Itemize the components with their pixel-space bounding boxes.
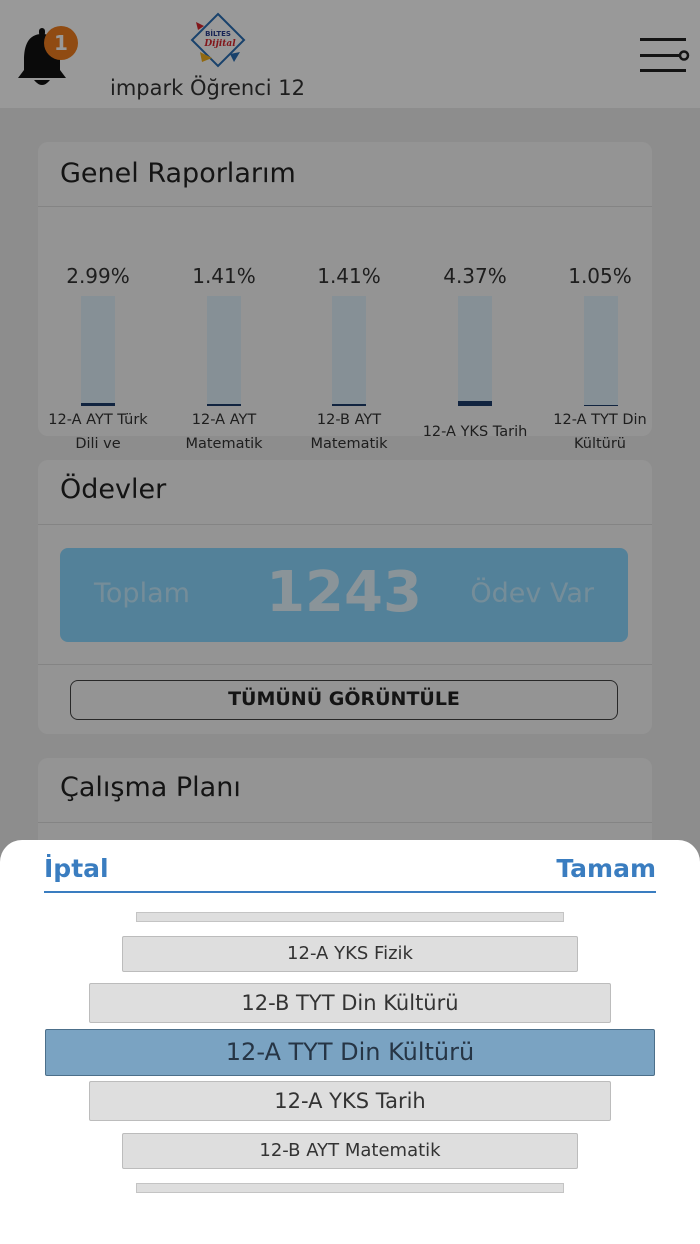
picker-sheet: İptal Tamam 12-A YKS Fizik 12-B TYT Din … — [0, 840, 700, 1244]
picker-option-selected[interactable]: 12-A TYT Din Kültürü — [45, 1029, 655, 1076]
picker-divider — [44, 891, 656, 893]
picker-option[interactable]: 12-B AYT Matematik — [122, 1133, 578, 1169]
picker-option-edge[interactable] — [136, 912, 564, 922]
picker-option[interactable]: 12-A YKS Tarih — [89, 1081, 611, 1121]
picker-option-edge[interactable] — [136, 1183, 564, 1193]
picker-option[interactable]: 12-A YKS Fizik — [122, 936, 578, 972]
done-button[interactable]: Tamam — [556, 854, 656, 883]
cancel-button[interactable]: İptal — [44, 854, 109, 883]
picker-option[interactable]: 12-B TYT Din Kültürü — [89, 983, 611, 1023]
